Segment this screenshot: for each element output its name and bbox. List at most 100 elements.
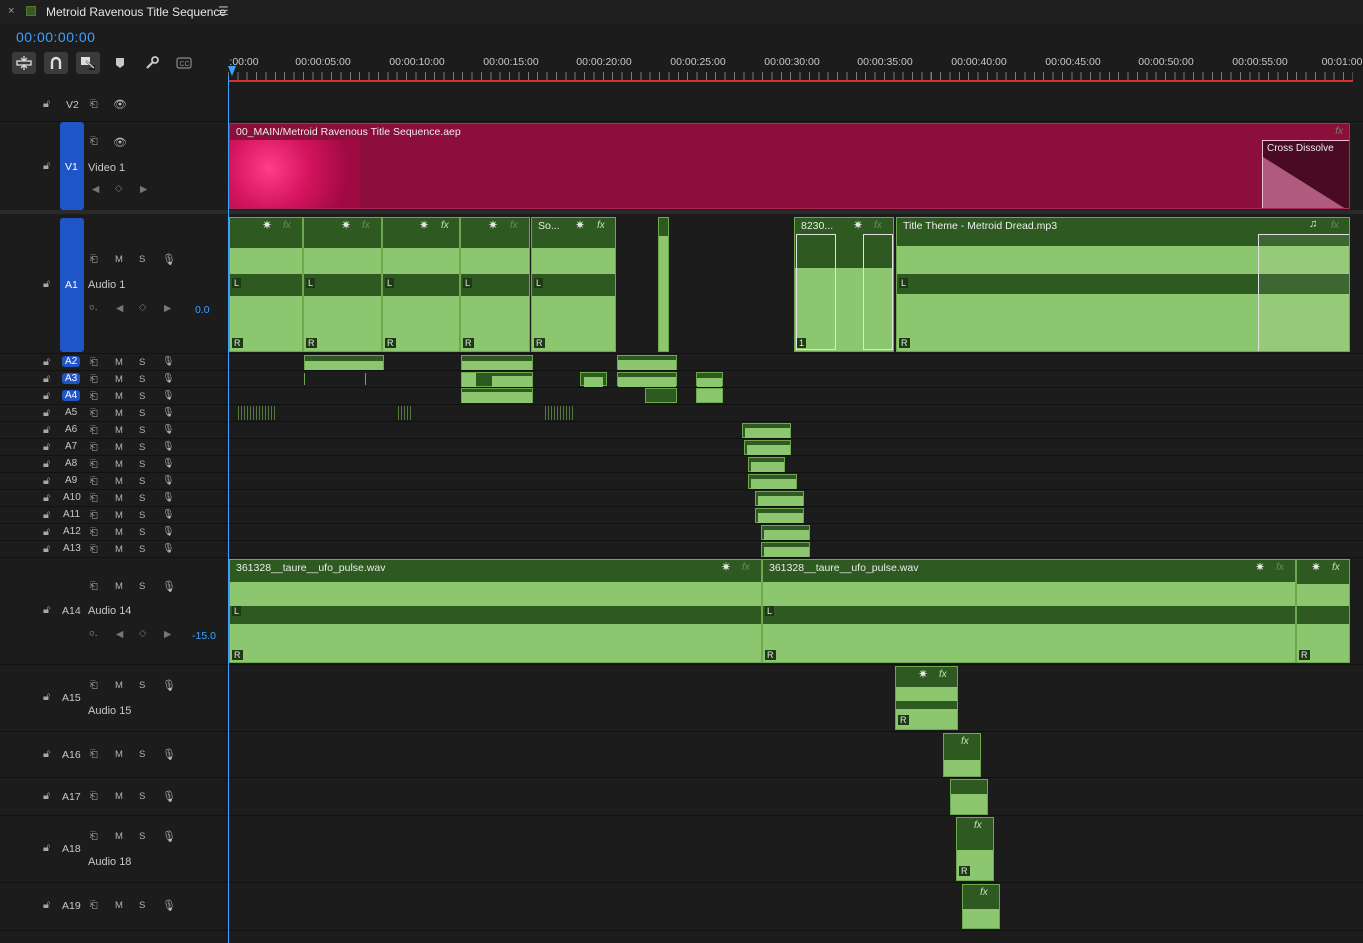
audio-clip[interactable] bbox=[461, 355, 533, 370]
audio-clip[interactable]: ✷ fx L R bbox=[382, 217, 460, 352]
fx-badge[interactable]: fx bbox=[441, 220, 449, 231]
fade-transition[interactable] bbox=[796, 234, 836, 350]
fx-badge[interactable]: fx bbox=[939, 669, 947, 680]
track-name[interactable]: A3 bbox=[62, 373, 81, 384]
sync-lock-icon[interactable]: ⎗ bbox=[90, 831, 98, 842]
record-mic-icon[interactable]: 🎙︎ bbox=[162, 748, 176, 761]
next-keyframe-icon[interactable]: ▶ bbox=[164, 629, 171, 640]
track-name[interactable]: A5 bbox=[65, 407, 77, 418]
add-marker-icon[interactable] bbox=[108, 52, 132, 74]
audio-clip[interactable] bbox=[761, 525, 810, 540]
solo-button[interactable]: S bbox=[139, 493, 145, 504]
track-name[interactable]: A9 bbox=[65, 475, 77, 486]
audio-clip[interactable]: fx bbox=[943, 733, 981, 777]
lock-icon[interactable]: 🔓︎ bbox=[43, 458, 50, 471]
close-tab-icon[interactable]: × bbox=[8, 5, 14, 17]
sync-lock-icon[interactable]: ⎗ bbox=[90, 99, 98, 110]
solo-button[interactable]: S bbox=[139, 374, 145, 385]
sync-lock-icon[interactable]: ⎗ bbox=[90, 680, 98, 691]
track-name-a15[interactable]: A15 bbox=[62, 692, 81, 704]
fx-badge[interactable]: fx bbox=[980, 887, 988, 898]
mute-button[interactable]: M bbox=[115, 527, 123, 538]
lock-icon[interactable]: 🔓︎ bbox=[43, 899, 50, 912]
record-mic-icon[interactable]: 🎙︎ bbox=[162, 253, 176, 266]
fx-badge[interactable]: fx bbox=[1332, 562, 1340, 573]
solo-button[interactable]: S bbox=[139, 791, 145, 802]
track-name[interactable]: A2 bbox=[62, 356, 81, 367]
lock-icon[interactable]: 🔓︎ bbox=[43, 748, 50, 761]
mute-button[interactable]: M bbox=[115, 544, 123, 555]
solo-button[interactable]: S bbox=[139, 544, 145, 555]
record-mic-icon[interactable]: 🎙︎ bbox=[162, 458, 174, 469]
sequence-tab-title[interactable]: Metroid Ravenous Title Sequence bbox=[46, 5, 226, 19]
track-name[interactable]: A13 bbox=[63, 543, 81, 554]
in-out-range-bar[interactable] bbox=[228, 80, 1353, 82]
lock-icon[interactable]: 🔓︎ bbox=[43, 390, 50, 403]
record-mic-icon[interactable]: 🎙︎ bbox=[162, 441, 174, 452]
audio-clip[interactable] bbox=[696, 372, 723, 387]
sync-lock-icon[interactable]: ⎗ bbox=[90, 581, 98, 592]
mute-button[interactable]: M bbox=[115, 749, 123, 760]
solo-button[interactable]: S bbox=[139, 254, 145, 265]
fx-badge[interactable]: fx bbox=[510, 220, 518, 231]
record-mic-icon[interactable]: 🎙︎ bbox=[162, 679, 176, 692]
track-name[interactable]: A10 bbox=[63, 492, 81, 503]
snap-magnet-icon[interactable] bbox=[44, 52, 68, 74]
audio-clip[interactable]: ✷ fx R bbox=[895, 666, 958, 730]
track-name[interactable]: A4 bbox=[62, 390, 81, 401]
sync-lock-icon[interactable]: ⎗ bbox=[90, 254, 98, 265]
audio-clip[interactable] bbox=[617, 355, 677, 370]
keyframe-toggle-icon[interactable]: ○. bbox=[89, 302, 97, 313]
track-name-v1[interactable]: V1 bbox=[65, 161, 78, 173]
solo-button[interactable]: S bbox=[139, 831, 145, 842]
mute-button[interactable]: M bbox=[115, 442, 123, 453]
record-mic-icon[interactable]: 🎙︎ bbox=[162, 475, 174, 486]
record-mic-icon[interactable]: 🎙︎ bbox=[162, 356, 174, 367]
fx-badge[interactable]: fx bbox=[974, 820, 982, 831]
sync-lock-icon[interactable]: ⎗ bbox=[90, 136, 98, 147]
solo-button[interactable]: S bbox=[139, 459, 145, 470]
mute-button[interactable]: M bbox=[115, 510, 123, 521]
audio-clip[interactable] bbox=[748, 474, 797, 489]
add-keyframe-icon[interactable]: ◇ bbox=[139, 302, 146, 313]
add-keyframe-icon[interactable]: ◇ bbox=[115, 183, 122, 194]
audio-clip[interactable] bbox=[617, 372, 677, 387]
solo-button[interactable]: S bbox=[139, 510, 145, 521]
track-name-a1[interactable]: A1 bbox=[65, 279, 78, 291]
audio-clip[interactable]: 8230... ✷ fx 1 bbox=[794, 217, 894, 352]
sync-lock-icon[interactable]: ⎗ bbox=[90, 544, 98, 555]
lock-icon[interactable]: 🔓︎ bbox=[43, 790, 50, 803]
mute-button[interactable]: M bbox=[115, 254, 123, 265]
audio-clip[interactable] bbox=[696, 388, 723, 403]
fx-badge[interactable]: fx bbox=[742, 562, 750, 573]
mute-button[interactable]: M bbox=[115, 791, 123, 802]
next-keyframe-icon[interactable]: ▶ bbox=[140, 184, 147, 195]
fx-badge[interactable]: fx bbox=[1331, 220, 1339, 231]
solo-button[interactable]: S bbox=[139, 391, 145, 402]
audio-clip-ufo-pulse[interactable]: 361328__taure__ufo_pulse.wav ✷ fx L R bbox=[762, 559, 1296, 663]
record-mic-icon[interactable]: 🎙︎ bbox=[162, 492, 174, 503]
audio-clip[interactable]: fx bbox=[962, 884, 1000, 929]
fx-badge[interactable]: fx bbox=[874, 220, 882, 231]
mute-button[interactable]: M bbox=[115, 357, 123, 368]
add-keyframe-icon[interactable]: ◇ bbox=[139, 628, 146, 639]
time-ruler[interactable]: :00:00 00:00:05:00 00:00:10:00 00:00:15:… bbox=[228, 50, 1363, 86]
track-name-a16[interactable]: A16 bbox=[62, 749, 81, 761]
next-keyframe-icon[interactable]: ▶ bbox=[164, 303, 171, 314]
sync-lock-icon[interactable]: ⎗ bbox=[90, 442, 98, 453]
audio-clip[interactable] bbox=[580, 372, 607, 387]
audio-clip[interactable] bbox=[398, 406, 412, 420]
audio-clip[interactable] bbox=[545, 406, 573, 420]
audio-clip[interactable]: fx R bbox=[956, 817, 994, 881]
record-mic-icon[interactable]: 🎙︎ bbox=[162, 543, 174, 554]
audio-clip[interactable] bbox=[658, 217, 669, 352]
track-name-a17[interactable]: A17 bbox=[62, 791, 81, 803]
audio-clip[interactable]: ✷ fx R bbox=[1296, 559, 1350, 663]
sync-lock-icon[interactable]: ⎗ bbox=[90, 374, 98, 385]
lock-icon[interactable]: 🔓︎ bbox=[43, 543, 50, 556]
mute-button[interactable]: M bbox=[115, 459, 123, 470]
audio-clip[interactable] bbox=[304, 355, 384, 370]
lock-icon[interactable]: 🔓︎ bbox=[43, 509, 50, 522]
playhead-timecode[interactable]: 00:00:00:00 bbox=[16, 29, 95, 45]
track-name[interactable]: A6 bbox=[65, 424, 77, 435]
